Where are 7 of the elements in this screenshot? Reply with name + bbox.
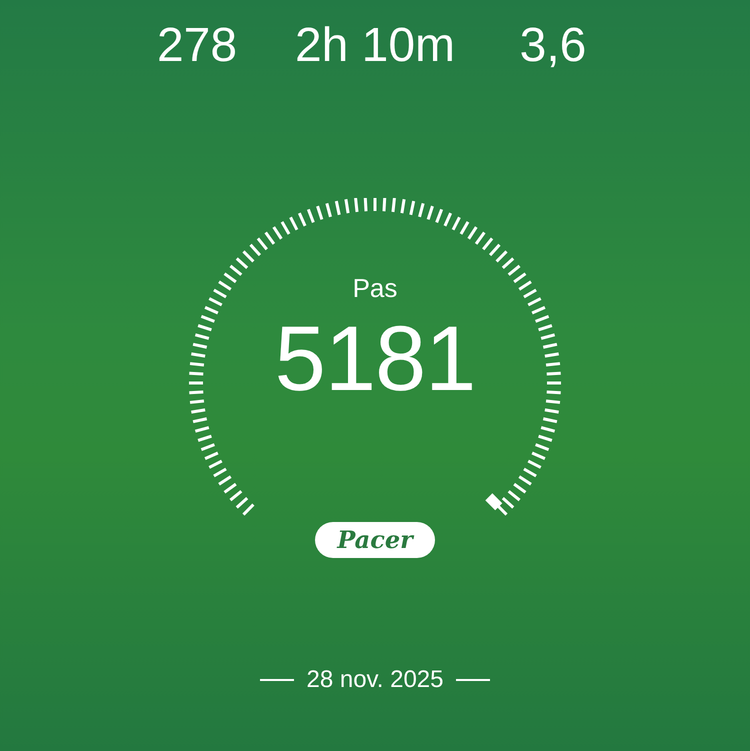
stat-value: 2h 10m — [294, 18, 456, 74]
steps-count: 5181 — [274, 309, 476, 409]
stat-value: 3,6 — [518, 18, 588, 74]
brand-logo: Pacer — [315, 522, 435, 558]
steps-label: Pas — [352, 273, 398, 303]
date-label: 28 nov. 2025 — [306, 666, 444, 694]
stat-value: 278 — [156, 18, 238, 74]
